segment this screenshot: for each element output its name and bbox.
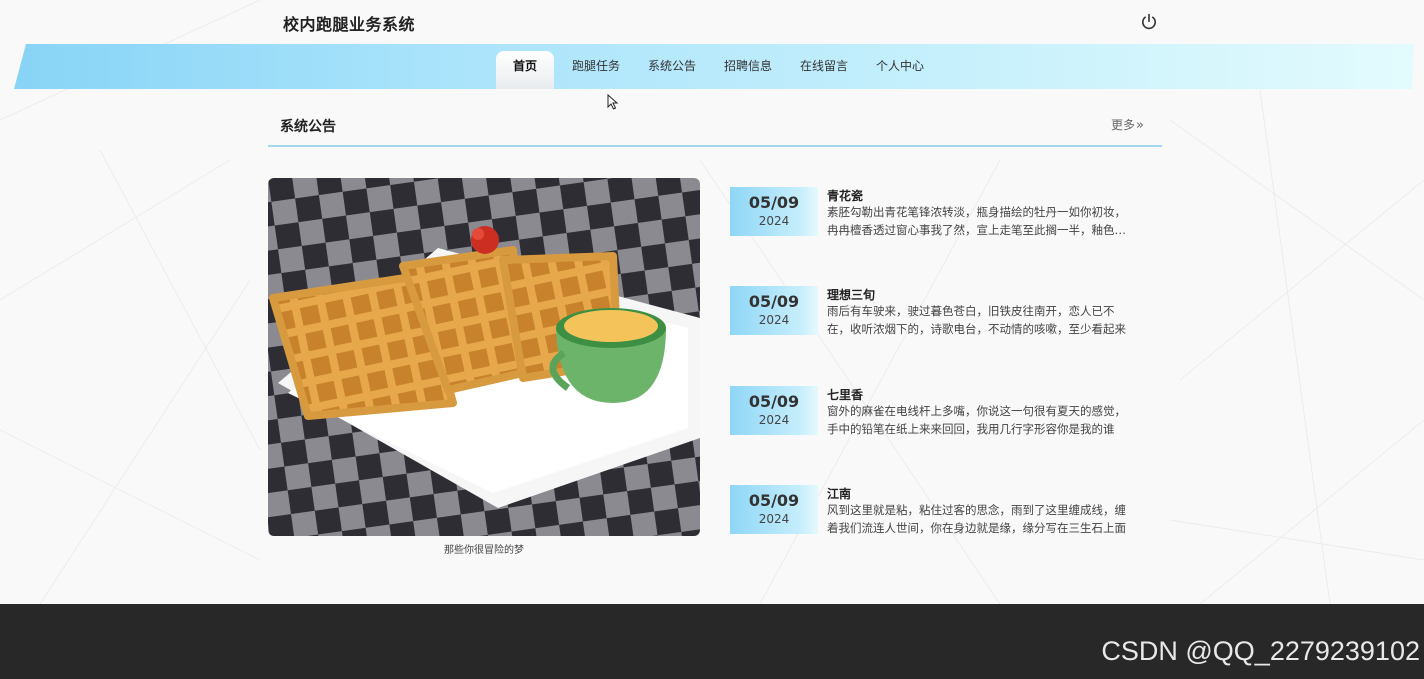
- date-month-day: 05/09: [748, 491, 800, 510]
- main-nav: 首页 跑腿任务 系统公告 招聘信息 在线留言 个人中心: [0, 44, 1424, 89]
- news-item[interactable]: 05/09 2024 青花瓷 素胚勾勒出青花笔锋浓转淡，瓶身描绘的牡丹一如你初妆…: [730, 187, 1140, 239]
- news-summary: 风到这里就是粘，粘住过客的思念，雨到了这里缠成线，缠着我们流连人世间，你在身边就…: [827, 503, 1126, 535]
- mouse-cursor-icon: [607, 94, 619, 110]
- image-caption: 那些你很冒险的梦: [444, 545, 524, 556]
- news-title[interactable]: 理想三旬: [827, 286, 875, 303]
- news-title[interactable]: 江南: [827, 485, 851, 502]
- section-divider: [268, 145, 1162, 147]
- more-link[interactable]: 更多»: [1111, 116, 1144, 133]
- date-month-day: 05/09: [748, 392, 800, 411]
- date-year: 2024: [758, 413, 790, 427]
- footer: CSDN @QQ_2279239102: [0, 604, 1424, 679]
- background-pattern: [0, 0, 1424, 604]
- date-year: 2024: [758, 512, 790, 526]
- news-summary: 素胚勾勒出青花笔锋浓转淡，瓶身描绘的牡丹一如你初妆，冉冉檀香透过窗心事我了然，宣…: [827, 205, 1126, 237]
- date-year: 2024: [758, 313, 790, 327]
- date-badge: 05/09 2024: [730, 187, 818, 236]
- date-badge: 05/09 2024: [730, 485, 818, 534]
- news-item[interactable]: 05/09 2024 江南 风到这里就是粘，粘住过客的思念，雨到了这里缠成线，缠…: [730, 485, 1140, 537]
- nav-item-errand-tasks[interactable]: 跑腿任务: [566, 44, 626, 89]
- nav-item-announcements[interactable]: 系统公告: [642, 44, 702, 89]
- news-summary: 雨后有车驶来，驶过暮色苍白，旧铁皮往南开，恋人已不在，收听浓烟下的，诗歌电台，不…: [827, 304, 1126, 336]
- date-year: 2024: [758, 214, 790, 228]
- news-item[interactable]: 05/09 2024 理想三旬 雨后有车驶来，驶过暮色苍白，旧铁皮往南开，恋人已…: [730, 286, 1140, 338]
- nav-item-home[interactable]: 首页: [496, 51, 554, 89]
- nav-item-messages[interactable]: 在线留言: [794, 44, 854, 89]
- news-item[interactable]: 05/09 2024 七里香 窗外的麻雀在电线杆上多嘴，你说这一句很有夏天的感觉…: [730, 386, 1140, 438]
- nav-item-profile[interactable]: 个人中心: [870, 44, 930, 89]
- more-label: 更多: [1111, 118, 1136, 132]
- section-title: 系统公告: [280, 119, 336, 135]
- site-title: 校内跑腿业务系统: [283, 15, 416, 34]
- top-header: 校内跑腿业务系统: [0, 0, 1424, 44]
- nav-item-recruitment[interactable]: 招聘信息: [718, 44, 778, 89]
- date-badge: 05/09 2024: [730, 286, 818, 335]
- date-badge: 05/09 2024: [730, 386, 818, 435]
- watermark: CSDN @QQ_2279239102: [1101, 636, 1420, 666]
- news-title[interactable]: 青花瓷: [827, 187, 863, 204]
- power-icon[interactable]: [1140, 13, 1158, 31]
- waffle-photo: [268, 178, 700, 536]
- date-month-day: 05/09: [748, 193, 800, 212]
- date-month-day: 05/09: [748, 292, 800, 311]
- news-summary: 窗外的麻雀在电线杆上多嘴，你说这一句很有夏天的感觉，手中的铅笔在纸上来来回回，我…: [827, 404, 1126, 436]
- news-title[interactable]: 七里香: [827, 386, 863, 403]
- double-chevron-right-icon: »: [1136, 118, 1144, 133]
- featured-image[interactable]: [268, 178, 700, 536]
